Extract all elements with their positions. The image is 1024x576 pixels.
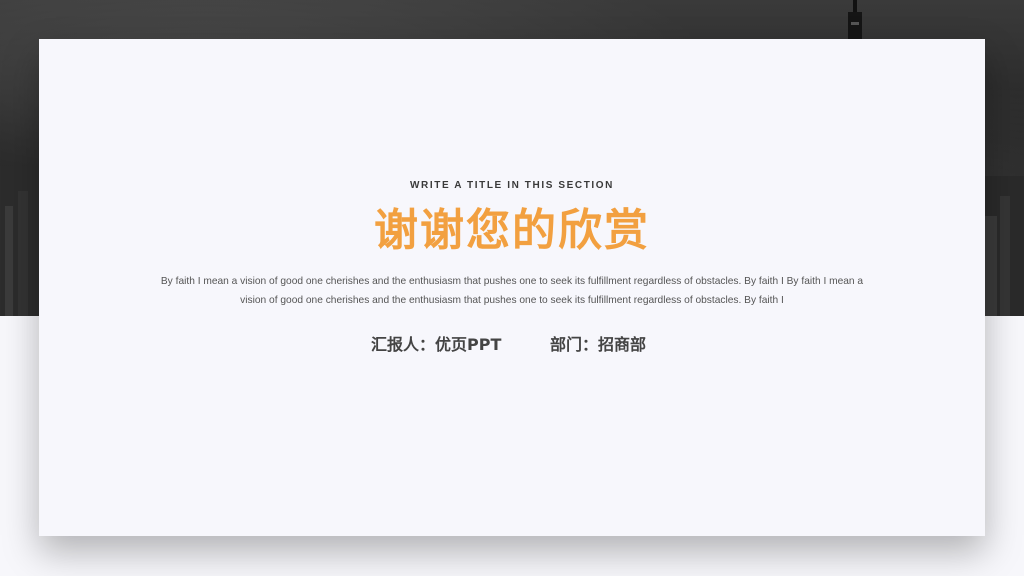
tower-silhouette: [848, 0, 862, 40]
content-card: WRITE A TITLE IN THIS SECTION 谢谢您的欣赏 By …: [39, 39, 985, 536]
slide-title: 谢谢您的欣赏: [374, 205, 650, 256]
section-subtitle: WRITE A TITLE IN THIS SECTION: [410, 180, 614, 191]
reporter-label: 汇报人：优页PPT: [371, 335, 502, 354]
description-text: By faith I mean a vision of good one che…: [160, 276, 864, 306]
department-label: 部门：招商部: [550, 335, 647, 354]
